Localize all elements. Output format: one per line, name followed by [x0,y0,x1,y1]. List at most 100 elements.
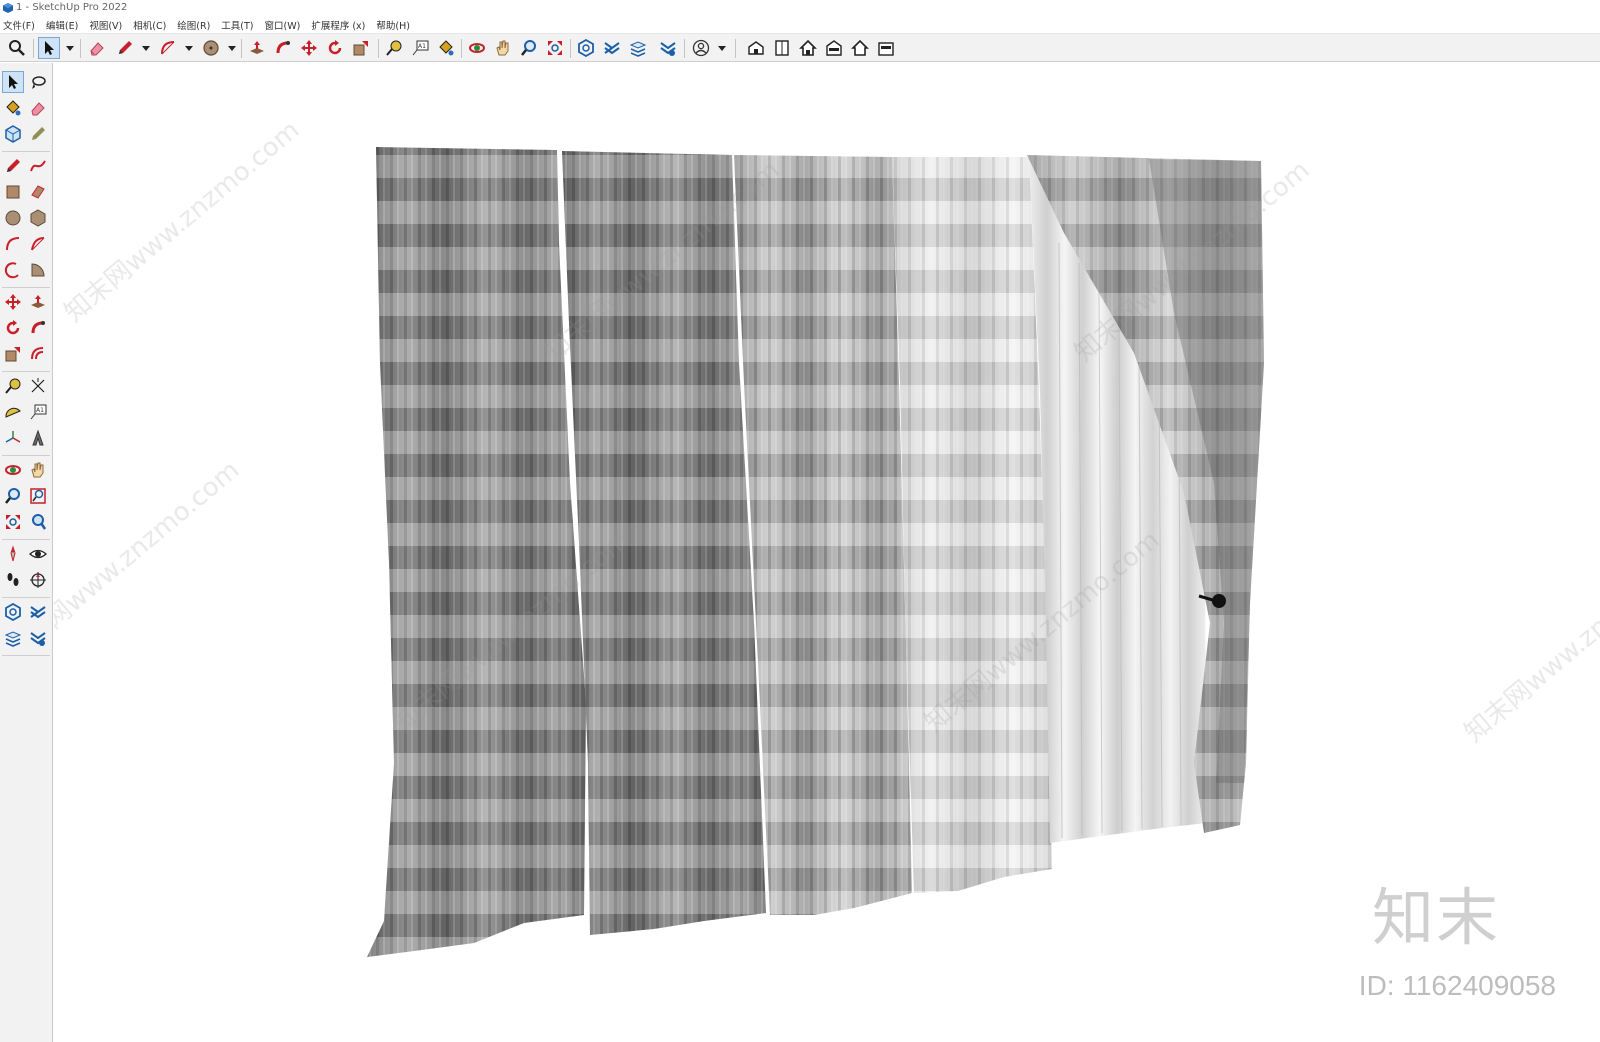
push-pull-tool-button[interactable] [246,37,268,59]
palette-text-button[interactable]: A1 [27,401,49,423]
palette-lasso-button[interactable] [27,71,49,93]
palette-component-button[interactable] [2,123,24,145]
select-tool-button[interactable] [38,37,60,59]
palette-line-button[interactable] [2,155,24,177]
menu-bar: 文件(F) 编辑(E) 视图(V) 相机(C) 绘图(R) 工具(T) 窗口(W… [0,17,1600,33]
two-point-arc-icon [31,237,45,251]
polygon-icon [30,209,46,227]
follow-me-tool-button[interactable] [272,37,294,59]
palette-eraser-button[interactable] [27,97,49,119]
palette-tape-button[interactable] [2,375,24,397]
menu-tools[interactable]: 工具(T) [221,18,253,32]
3d-warehouse-button[interactable] [575,37,597,59]
scale-tool-button[interactable] [350,37,372,59]
rotate-tool-button[interactable] [324,37,346,59]
menu-camera[interactable]: 相机(C) [133,18,166,32]
palette-zoom-extents-button[interactable] [2,511,24,533]
menu-window[interactable]: 窗口(W) [265,18,301,32]
palette-section-plane-button[interactable] [27,569,49,591]
palette-arc-button[interactable] [2,233,24,255]
palette-3pt-arc-button[interactable] [2,259,24,281]
palette-2pt-arc-button[interactable] [27,233,49,255]
palette-pie-button[interactable] [27,259,49,281]
palette-zoom-window-button[interactable] [27,485,49,507]
zoom-extents-icon [548,41,562,55]
menu-draw[interactable]: 绘图(R) [177,18,210,32]
arc-dropdown-icon[interactable] [185,46,193,51]
palette-dimension-button[interactable] [27,375,49,397]
menu-view[interactable]: 视图(V) [89,18,122,32]
zoom-extents-tool-button[interactable] [544,37,566,59]
arc-tool-button[interactable] [157,37,179,59]
protractor-icon [5,407,21,418]
tape-measure-icon [5,378,21,394]
pencil-tool-button[interactable] [114,37,136,59]
pan-tool-button[interactable] [492,37,514,59]
model-viewport[interactable]: 知末网www.znzmo.com 知末网www.znzmo.com 知末网www… [54,63,1600,1042]
watermark-1: 知末网www.znzmo.com [59,115,305,328]
circle-dropdown-icon[interactable] [228,46,236,51]
select-dropdown-icon[interactable] [66,46,74,51]
position-camera-icon [10,545,16,562]
iso-view-button[interactable] [745,37,767,59]
palette-axes-button[interactable] [2,427,24,449]
palette-extension-manager-button[interactable] [27,627,49,649]
palette-polygon-button[interactable] [27,207,49,229]
menu-edit[interactable]: 编辑(E) [46,18,78,32]
palette-zoom-button[interactable] [2,485,24,507]
menu-help[interactable]: 帮助(H) [376,18,410,32]
left-view-button[interactable] [875,37,897,59]
front-view-button[interactable] [797,37,819,59]
palette-scale-button[interactable] [2,343,24,365]
eraser-tool-button[interactable] [86,37,108,59]
window-title: 1 - SketchUp Pro 2022 [16,2,128,13]
back-view-button[interactable] [849,37,871,59]
search-tool-button[interactable] [6,37,28,59]
layout-button[interactable] [627,37,649,59]
pencil-dropdown-icon[interactable] [142,46,150,51]
extension-manager-icon [30,632,46,646]
palette-protractor-button[interactable] [2,401,24,423]
orbit-tool-button[interactable] [466,37,488,59]
circle-tool-button[interactable] [200,37,222,59]
zoom-tool-button[interactable] [518,37,540,59]
watermark-7: 知末网www.znzmo.com [1459,535,1600,748]
palette-follow-me-button[interactable] [27,317,49,339]
tape-measure-tool-button[interactable] [383,37,405,59]
extension-warehouse-button[interactable] [601,37,623,59]
menu-file[interactable]: 文件(F) [3,18,35,32]
text-tool-button[interactable]: A1 [409,37,431,59]
palette-rotated-rect-button[interactable] [27,181,49,203]
move-tool-button[interactable] [298,37,320,59]
palette-select-button[interactable] [2,71,24,93]
palette-rectangle-button[interactable] [2,181,24,203]
palette-look-around-button[interactable] [27,543,49,565]
palette-rotate-button[interactable] [2,317,24,339]
palette-tag-button[interactable] [27,123,49,145]
menu-extensions[interactable]: 扩展程序 (x) [311,18,365,32]
orbit-icon [469,43,485,53]
right-view-button[interactable] [823,37,845,59]
palette-position-camera-button[interactable] [2,543,24,565]
zoom-icon [5,488,20,504]
palette-freehand-button[interactable] [27,155,49,177]
palette-walk-button[interactable] [2,569,24,591]
palette-move-button[interactable] [2,291,24,313]
palette-push-pull-button[interactable] [27,291,49,313]
palette-extension-warehouse-button[interactable] [27,601,49,623]
paint-bucket-tool-button[interactable] [435,37,457,59]
account-dropdown-icon[interactable] [718,46,726,51]
palette-circle-button[interactable] [2,207,24,229]
top-view-button[interactable] [771,37,793,59]
palette-previous-view-button[interactable] [27,511,49,533]
palette-offset-button[interactable] [27,343,49,365]
palette-orbit-button[interactable] [2,459,24,481]
palette-3d-text-button[interactable] [27,427,49,449]
extension-manager-button[interactable] [657,37,679,59]
account-button[interactable] [690,37,712,59]
palette-pan-button[interactable] [27,459,49,481]
pan-icon [496,40,509,56]
palette-paint-button[interactable] [2,97,24,119]
palette-layout-button[interactable] [2,627,24,649]
palette-3d-warehouse-button[interactable] [2,601,24,623]
